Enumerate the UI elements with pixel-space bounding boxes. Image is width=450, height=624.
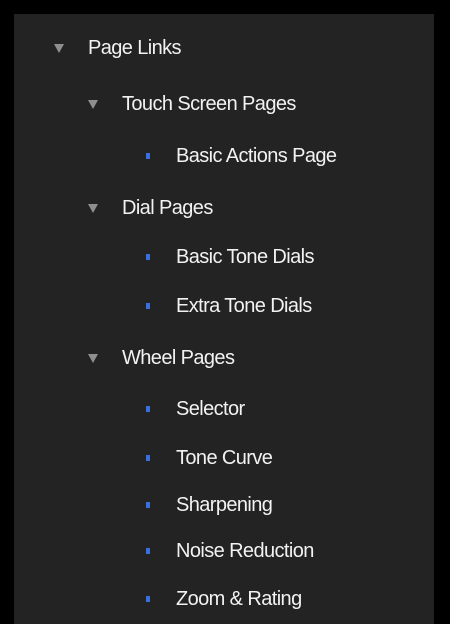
- bullet-icon: [146, 406, 150, 412]
- page-link-label: Basic Tone Dials: [176, 246, 314, 268]
- page-link-label: Basic Actions Page: [176, 145, 337, 167]
- bullet-icon: [146, 153, 150, 159]
- tree-node-label: Touch Screen Pages: [122, 93, 296, 115]
- tree-node-dial-pages[interactable]: Dial Pages: [88, 194, 213, 222]
- bullet-icon: [146, 502, 150, 508]
- expand-toggle[interactable]: [88, 203, 122, 213]
- tree-node-page-links[interactable]: Page Links: [54, 34, 182, 62]
- bullet-icon: [146, 303, 150, 309]
- bullet-icon: [146, 548, 150, 554]
- page-link-label: Zoom & Rating: [176, 588, 302, 610]
- expand-toggle[interactable]: [88, 99, 122, 109]
- page-link-zoom-and-rating[interactable]: Zoom & Rating: [146, 585, 302, 613]
- expand-toggle[interactable]: [54, 43, 88, 53]
- expand-toggle[interactable]: [88, 353, 122, 363]
- page-link-basic-actions-page[interactable]: Basic Actions Page: [146, 142, 337, 170]
- tree-node-wheel-pages[interactable]: Wheel Pages: [88, 344, 235, 372]
- bullet-icon: [146, 254, 150, 260]
- bullet-icon: [146, 596, 150, 602]
- triangle-down-icon: [54, 43, 64, 53]
- page-link-label: Sharpening: [176, 494, 273, 516]
- page-link-selector[interactable]: Selector: [146, 395, 245, 423]
- page-link-basic-tone-dials[interactable]: Basic Tone Dials: [146, 243, 314, 271]
- page-link-extra-tone-dials[interactable]: Extra Tone Dials: [146, 292, 312, 320]
- page-link-sharpening[interactable]: Sharpening: [146, 491, 273, 519]
- tree-node-label: Wheel Pages: [122, 347, 235, 369]
- triangle-down-icon: [88, 353, 98, 363]
- tree-node-label: Dial Pages: [122, 197, 213, 219]
- page-links-tree: Page Links Touch Screen Pages Basic Acti…: [14, 14, 434, 624]
- page-link-noise-reduction[interactable]: Noise Reduction: [146, 537, 314, 565]
- page-link-label: Tone Curve: [176, 447, 273, 469]
- tree-node-label: Page Links: [88, 37, 182, 59]
- triangle-down-icon: [88, 203, 98, 213]
- page-link-tone-curve[interactable]: Tone Curve: [146, 444, 273, 472]
- page-link-label: Selector: [176, 398, 245, 420]
- window-background: Page Links Touch Screen Pages Basic Acti…: [0, 0, 450, 624]
- page-link-label: Extra Tone Dials: [176, 295, 312, 317]
- page-link-label: Noise Reduction: [176, 540, 314, 562]
- triangle-down-icon: [88, 99, 98, 109]
- tree-node-touch-screen-pages[interactable]: Touch Screen Pages: [88, 90, 296, 118]
- bullet-icon: [146, 455, 150, 461]
